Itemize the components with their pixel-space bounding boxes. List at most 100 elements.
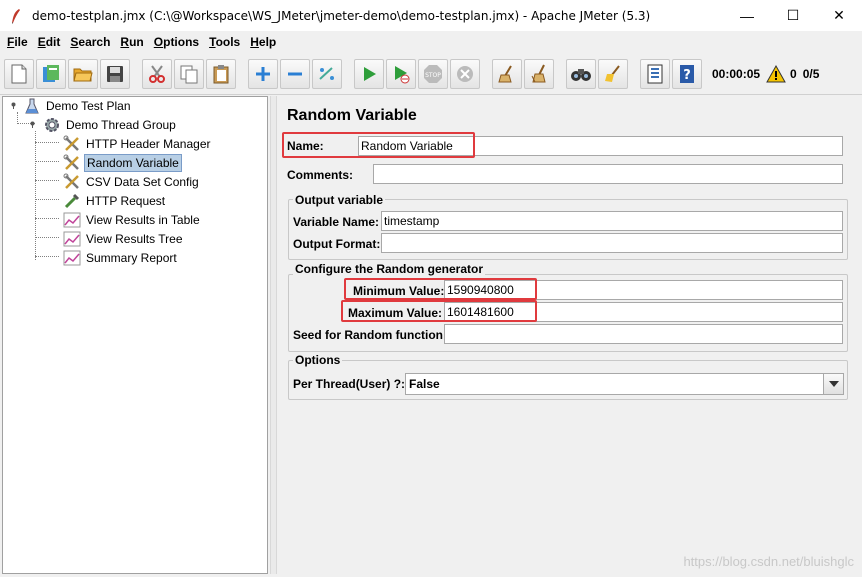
paste-button[interactable] [206,58,236,89]
tree-item-test-plan[interactable]: Demo Test Plan [23,96,133,115]
new-button[interactable] [4,58,34,89]
tree-item-csv-data-set-config[interactable]: CSV Data Set Config [63,172,201,191]
maximize-button[interactable]: ☐ [770,0,816,31]
menu-tools[interactable]: Tools [204,35,245,49]
tree-item-http-header-manager[interactable]: HTTP Header Manager [63,134,213,153]
start-no-pauses-button[interactable] [386,58,416,89]
collapse-icon [288,72,302,75]
seed-label: Seed for Random function: [293,328,447,342]
tree-toggle-thread-group[interactable] [28,119,37,128]
tree-toggle-root[interactable] [9,100,18,109]
run-status: 00:00:05 0 0/5 [712,64,825,83]
random-variable-panel: Random Variable Name: Random Variable Co… [278,96,860,574]
clear-all-icon [531,64,546,82]
search-button[interactable] [566,58,596,89]
name-highlight-box [282,132,475,158]
cut-icon [149,64,165,83]
templates-icon [43,64,59,82]
menu-search-label: earch [78,34,111,49]
jmeter-feather-icon [8,8,24,24]
variable-name-label: Variable Name: [293,215,380,229]
per-thread-select[interactable]: False [405,373,844,395]
save-button[interactable] [100,58,130,89]
output-format-label: Output Format: [293,237,381,251]
reset-search-button[interactable] [598,58,628,89]
start-icon [364,66,376,81]
collapse-all-button[interactable] [280,58,310,89]
function-helper-icon [647,64,663,83]
menu-tools-label: ools [215,34,241,49]
menu-file[interactable]: File [2,35,33,49]
menu-bar: File Edit Search Run Options Tools Help [0,31,862,52]
elapsed-time: 00:00:05 [712,66,761,81]
tree-item-http-request[interactable]: HTTP Request [63,191,167,210]
output-format-field[interactable] [381,233,843,253]
chevron-down-icon[interactable] [823,374,843,394]
panel-splitter[interactable] [270,96,277,574]
menu-edit-mnemonic: E [37,34,46,49]
tree-item-random-variable[interactable]: Random Variable [63,153,182,172]
menu-options-label: ptions [163,34,200,49]
copy-icon [180,65,198,83]
paste-icon [213,64,229,83]
toolbar: STOP ? 00:00:05 0 0/5 [0,53,862,95]
menu-options[interactable]: Options [149,35,204,49]
clear-all-button[interactable] [524,58,554,89]
clear-button[interactable] [492,58,522,89]
tree-label-thread-group: Demo Thread Group [66,117,176,132]
comments-field[interactable] [373,164,843,184]
tree-item-summary-report[interactable]: Summary Report [63,248,179,267]
shutdown-button[interactable] [450,58,480,89]
page-title: Random Variable [287,107,417,124]
menu-help-label: elp [258,34,277,49]
help-icon: ? [680,64,694,83]
start-no-pause-icon [395,65,410,83]
menu-run[interactable]: Run [115,35,148,49]
menu-run-label: un [129,34,144,49]
tree-item-thread-group[interactable]: Demo Thread Group [43,115,178,134]
minimum-value-highlight-box [344,278,537,300]
listener-graph-icon [63,211,81,229]
function-helper-button[interactable] [640,58,670,89]
menu-edit-label: dit [45,34,61,49]
listener-graph-icon [63,230,81,248]
menu-run-mnemonic: R [120,34,130,49]
tree-label-test-plan: Demo Test Plan [46,98,131,113]
wrench-icon [63,135,81,153]
comments-label: Comments: [287,168,354,182]
svg-text:?: ? [683,68,691,83]
copy-button[interactable] [174,58,204,89]
window-title: demo-testplan.jmx (C:\@Workspace\WS_JMet… [32,8,651,23]
menu-search[interactable]: Search [65,35,115,49]
help-button[interactable]: ? [672,58,702,89]
tree-item-view-results-table[interactable]: View Results in Table [63,210,202,229]
title-bar: demo-testplan.jmx (C:\@Workspace\WS_JMet… [0,0,862,31]
watermark-text: https://blog.csdn.net/bluishglc [683,554,854,569]
menu-options-mnemonic: O [153,34,164,49]
variable-name-field[interactable]: timestamp [381,211,843,231]
menu-file-label: ile [14,34,28,49]
save-icon [107,65,123,82]
tree-item-view-results-tree[interactable]: View Results Tree [63,229,185,248]
start-button[interactable] [354,58,384,89]
close-button[interactable]: ✕ [816,0,862,31]
stop-button[interactable]: STOP [418,58,448,89]
tree-label-http-request: HTTP Request [86,193,166,208]
toggle-button[interactable] [312,58,342,89]
new-icon [11,64,27,83]
expand-all-button[interactable] [248,58,278,89]
minimize-button[interactable]: — [724,0,770,31]
maximum-value-highlight-box [341,300,537,322]
menu-edit[interactable]: Edit [33,35,66,49]
test-plan-flask-icon [23,97,41,115]
expand-icon [256,66,270,81]
templates-button[interactable] [36,58,66,89]
seed-field[interactable] [444,324,843,344]
menu-help[interactable]: Help [245,35,281,49]
cut-button[interactable] [142,58,172,89]
open-button[interactable] [68,58,98,89]
wrench-icon [63,173,81,191]
search-icon [571,68,591,81]
stop-icon: STOP [424,64,442,83]
sampler-pipette-icon [63,192,81,210]
